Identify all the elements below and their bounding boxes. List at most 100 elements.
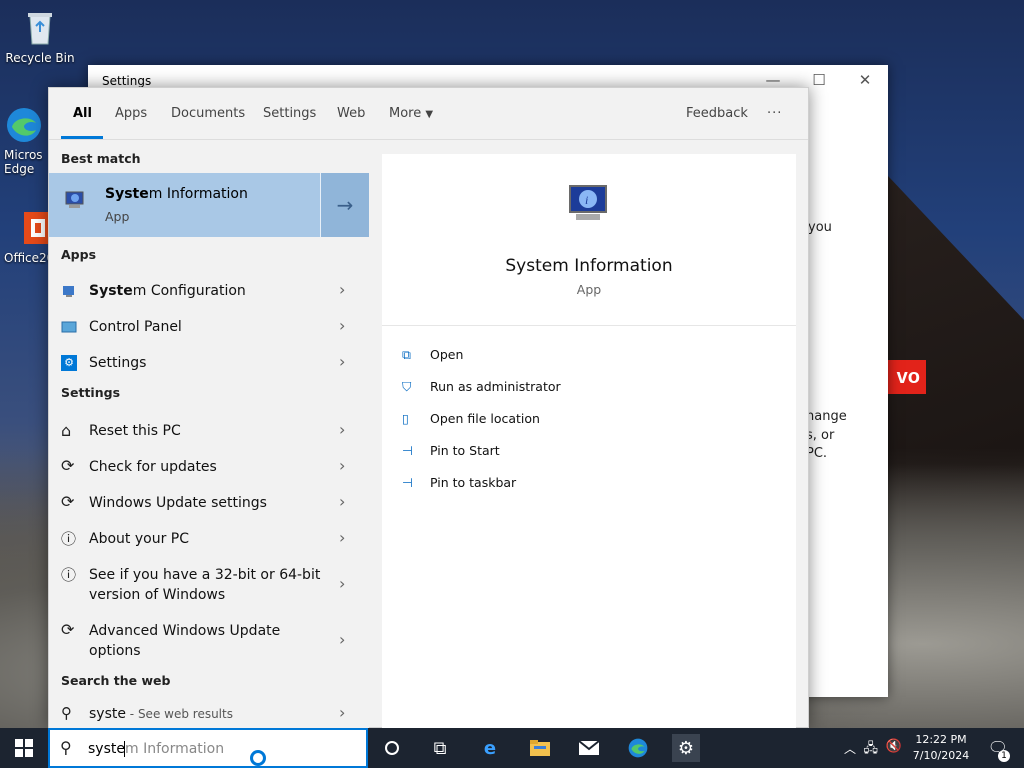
more-options-button[interactable]: ··· [767, 106, 782, 121]
list-item-label: About your PC [89, 531, 189, 547]
clock[interactable]: 12:22 PM 7/10/2024 [912, 733, 970, 762]
sync-icon: ⟳ [61, 492, 75, 511]
pin-icon: ⊣ [402, 475, 413, 490]
list-item-label: Settings [89, 355, 147, 371]
list-item[interactable]: ⟳ Windows Update settings › [49, 487, 369, 519]
web-suffix: - See web results [125, 707, 233, 721]
action-open-file-location[interactable]: ▯ Open file location [402, 411, 540, 426]
busy-cursor-icon [250, 750, 266, 766]
section-title-apps: Apps [61, 247, 97, 262]
action-label: Open [430, 347, 464, 362]
start-button[interactable] [0, 728, 48, 768]
clock-date: 7/10/2024 [912, 749, 970, 762]
action-label: Pin to Start [430, 443, 500, 458]
tab-web[interactable]: Web [337, 106, 365, 121]
tab-more[interactable]: More ▼ [389, 106, 433, 121]
best-match-type: App [105, 209, 130, 224]
list-item-label-bold: Syste [89, 283, 133, 299]
results-list: Best match System Information App → Apps… [49, 141, 369, 729]
feedback-button[interactable]: Feedback [686, 106, 748, 121]
chevron-up-icon[interactable]: ︿ [844, 740, 856, 757]
volume-muted-icon[interactable]: 🔇 [886, 739, 902, 754]
preview-pane: i System Information App ⧉ Open ⛉ Run as a… [382, 154, 796, 729]
svg-text:i: i [585, 193, 588, 207]
desktop-icon-recycle-bin[interactable]: Recycle Bin [0, 8, 80, 65]
desktop-icon-office[interactable]: Office20 [0, 208, 54, 265]
search-text: system Information [88, 741, 224, 757]
list-item[interactable]: ⌂ Reset this PC › [49, 415, 369, 447]
list-item[interactable]: ⓘ See if you have a 32-bit or 64-bit ver… [49, 559, 369, 611]
file-explorer-icon[interactable] [526, 734, 554, 762]
system-information-icon: i [564, 180, 614, 230]
best-match-name-rest: m Information [148, 186, 248, 202]
web-query: syste [89, 706, 126, 722]
tab-settings[interactable]: Settings [263, 106, 316, 121]
desktop-icon-label: Office20 [4, 251, 55, 265]
notification-count: 1 [998, 750, 1010, 762]
settings-window-title: Settings [102, 74, 152, 88]
chevron-right-icon: › [339, 420, 346, 439]
preview-type: App [576, 282, 602, 297]
chevron-right-icon: › [339, 352, 346, 371]
action-open[interactable]: ⧉ Open [402, 347, 463, 363]
task-view-icon[interactable]: ⧉ [426, 734, 454, 762]
section-title-search-web: Search the web [61, 673, 171, 688]
expand-arrow-button[interactable]: → [320, 173, 369, 237]
recycle-bin-icon [20, 8, 60, 48]
action-pin-to-start[interactable]: ⊣ Pin to Start [402, 443, 500, 458]
list-item-label: Control Panel [89, 319, 182, 335]
list-item[interactable]: Control Panel › [49, 311, 369, 343]
settings-text-fragment: PC. [806, 446, 828, 461]
list-item-label-line2: version of Windows [89, 587, 226, 603]
settings-text-fragment: hange [806, 409, 847, 424]
sync-icon: ⟳ [61, 620, 75, 639]
action-run-as-admin[interactable]: ⛉ Run as administrator [402, 379, 561, 395]
open-icon: ⧉ [402, 347, 411, 362]
list-item-label-line2: options [89, 643, 141, 659]
search-icon: ⚲ [61, 704, 72, 722]
best-match-name-bold: Syste [105, 186, 149, 202]
close-icon[interactable]: ✕ [850, 71, 880, 89]
system-configuration-icon [61, 283, 77, 299]
list-item-label: Windows Update settings [89, 495, 267, 511]
chevron-right-icon: › [339, 528, 346, 547]
web-search-label: syste - See web results [89, 704, 233, 724]
search-input[interactable]: ⚲ system Information [48, 728, 368, 768]
search-panel: All Apps Documents Settings Web More ▼ F… [48, 87, 809, 729]
chevron-right-icon: › [339, 280, 346, 299]
list-item[interactable]: ⚙ Settings › [49, 347, 369, 379]
list-item[interactable]: System Configuration › [49, 275, 369, 307]
action-pin-to-taskbar[interactable]: ⊣ Pin to taskbar [402, 475, 516, 490]
control-panel-icon [61, 319, 77, 335]
edge-icon[interactable] [624, 734, 652, 762]
list-item[interactable]: ⟳ Advanced Windows Update options › [49, 615, 369, 667]
list-item-label-line1: Advanced Windows Update [89, 623, 281, 639]
list-item[interactable]: ⟳ Check for updates › [49, 451, 369, 483]
cortana-icon[interactable] [378, 734, 406, 762]
pin-icon: ⊣ [402, 443, 413, 458]
network-icon[interactable]: 🖧 [864, 739, 879, 761]
sync-icon: ⟳ [61, 456, 75, 475]
search-typed-text: syste [88, 741, 125, 757]
list-item-label: Check for updates [89, 459, 217, 475]
action-label: Pin to taskbar [430, 475, 517, 490]
tab-more-label: More [389, 106, 422, 121]
list-item[interactable]: ⓘ About your PC › [49, 523, 369, 555]
edge-legacy-icon[interactable]: e [476, 734, 504, 762]
arrow-right-icon: → [336, 193, 354, 217]
info-icon: ⓘ [61, 566, 77, 584]
settings-app-icon[interactable]: ⚙ [672, 734, 700, 762]
preview-divider [382, 325, 796, 326]
brand-fragment: vo [896, 365, 920, 388]
tab-documents[interactable]: Documents [171, 106, 245, 121]
chevron-right-icon: › [339, 574, 346, 593]
tab-apps[interactable]: Apps [115, 106, 147, 121]
list-item-label-line1: See if you have a 32-bit or 64-bit [89, 567, 321, 583]
best-match-name: System Information [105, 186, 248, 202]
gear-icon: ⚙ [61, 355, 77, 371]
chevron-right-icon: › [339, 630, 346, 649]
tab-all[interactable]: All [73, 106, 92, 121]
web-search-item[interactable]: ⚲ syste - See web results › [49, 699, 369, 729]
mail-icon[interactable] [575, 734, 603, 762]
info-icon: ⓘ [61, 530, 77, 548]
